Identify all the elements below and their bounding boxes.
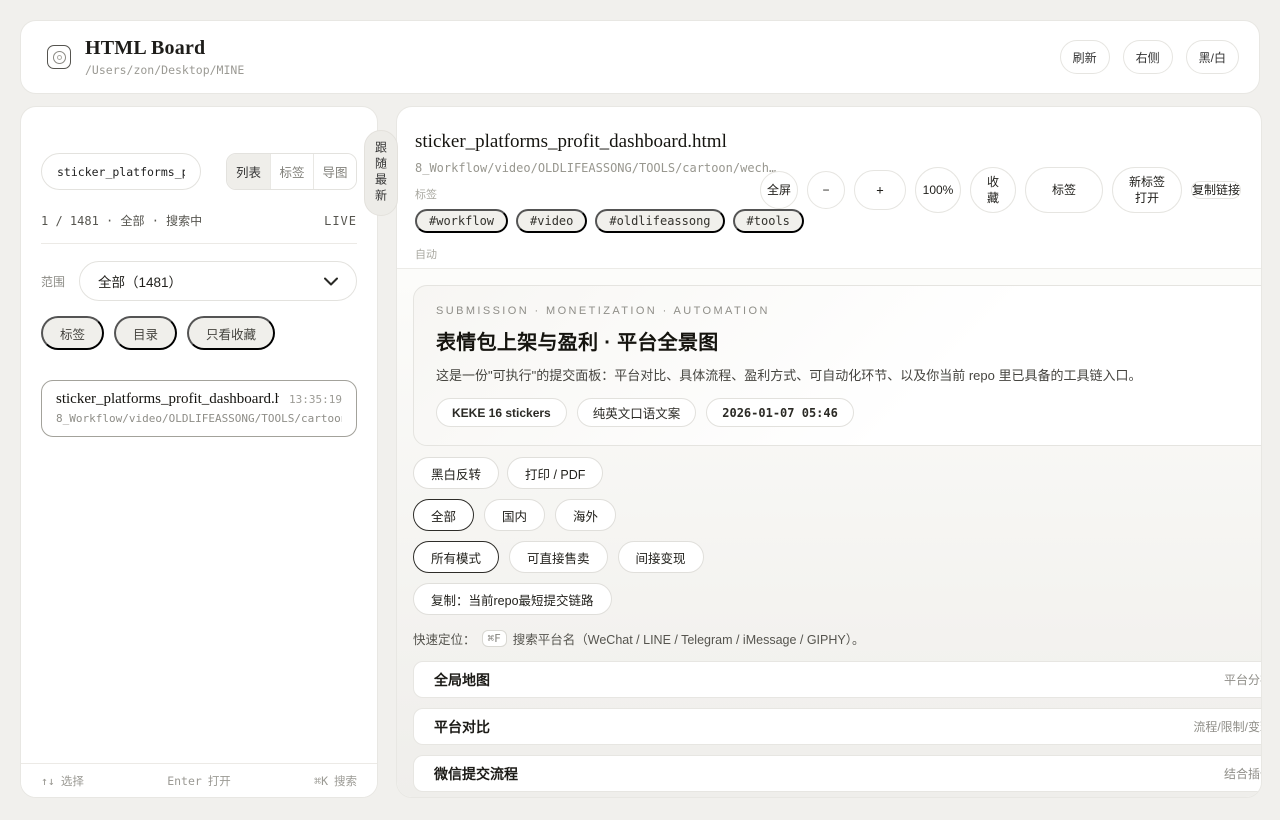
tag-chip[interactable]: #video <box>516 209 587 233</box>
status-row: 1 / 1481 · 全部 · 搜索中 LIVE <box>41 212 357 244</box>
app-header: HTML Board /Users/zon/Desktop/MINE 刷新右侧黑… <box>20 20 1260 94</box>
viewer-toolbar: 全屏−+100%收藏标签新标签打开复制链接 <box>760 166 1241 214</box>
view-tab[interactable]: 导图 <box>313 154 356 189</box>
search-row: 列表标签导图 <box>41 153 357 190</box>
hero-meta-chip: 纯英文口语文案 <box>577 398 697 427</box>
header-button[interactable]: 黑/白 <box>1186 40 1239 74</box>
viewer-toolbar-button[interactable]: 新标签打开 <box>1112 167 1182 213</box>
file-title: sticker_platforms_profit_dashboard.html <box>415 131 1241 153</box>
tag-chip[interactable]: #oldlifeassong <box>595 209 724 233</box>
keyboard-hint-key: ↑↓ <box>41 774 55 788</box>
command-f-kbd: ⌘F <box>482 630 507 647</box>
main-panel: sticker_platforms_profit_dashboard.html … <box>396 106 1262 798</box>
region-filter-button[interactable]: 海外 <box>555 499 616 531</box>
keyboard-hint: Enter 打开 <box>167 773 231 789</box>
sidebar-footer: ↑↓ 选择 Enter 打开 ⌘K 搜索 <box>21 763 377 797</box>
keyboard-hint-key: Enter <box>167 774 202 788</box>
hero-card: SUBMISSION · MONETIZATION · AUTOMATION 表… <box>413 285 1261 446</box>
section-hint: 结合插件 <box>1224 765 1261 782</box>
keyboard-hint-label: 搜索 <box>334 773 357 789</box>
scope-label: 范围 <box>41 273 65 290</box>
viewer-toolbar-button[interactable]: 100% <box>915 167 961 213</box>
follow-latest-button[interactable]: 跟随最新 <box>364 130 398 216</box>
hero-eyebrow: SUBMISSION · MONETIZATION · AUTOMATION <box>436 305 1261 317</box>
result-path: 8_Workflow/video/OLDLIFEASSONG/TOOLS/car… <box>56 412 342 425</box>
app-logo-icon <box>47 45 71 69</box>
sidebar: 列表标签导图 1 / 1481 · 全部 · 搜索中 LIVE 范围 全部（14… <box>20 106 378 798</box>
viewer-toolbar-button[interactable]: 全屏 <box>760 171 798 209</box>
mode-filter-button[interactable]: 所有模式 <box>413 541 499 573</box>
document-action-button[interactable]: 黑白反转 <box>413 457 499 489</box>
scope-row: 范围 全部（1481） <box>41 261 357 301</box>
quick-find-suffix: 搜索平台名（WeChat / LINE / Telegram / iMessag… <box>513 629 865 648</box>
viewer-toolbar-button[interactable]: + <box>854 170 906 210</box>
view-tab[interactable]: 标签 <box>270 154 313 189</box>
live-badge: LIVE <box>324 214 357 228</box>
sidebar-filter-chips: 标签目录只看收藏 <box>41 316 357 350</box>
section-title: 全局地图 <box>434 670 490 690</box>
viewer-toolbar-button[interactable]: 复制链接 <box>1191 181 1241 199</box>
hero-meta-chips: KEKE 16 stickers 纯英文口语文案 2026-01-07 05:46 <box>436 398 1261 427</box>
view-switcher: 列表标签导图 <box>226 153 357 190</box>
quick-find-prefix: 快速定位： <box>413 629 476 648</box>
section-list: 全局地图 平台分布 平台对比 流程/限制/变现 微信提交流程 结合插件 海外平台… <box>413 661 1261 798</box>
result-card[interactable]: sticker_platforms_profit_dashboard.h… 13… <box>41 380 357 437</box>
region-filter-button[interactable]: 全部 <box>413 499 474 531</box>
hero-description: 这是一份"可执行"的提交面板：平台对比、具体流程、盈利方式、可自动化环节、以及你… <box>436 365 1261 384</box>
app-title: HTML Board <box>85 37 244 60</box>
quick-find-hint: 快速定位： ⌘F 搜索平台名（WeChat / LINE / Telegram … <box>413 629 1261 648</box>
section-row[interactable]: 全局地图 平台分布 <box>413 661 1261 698</box>
section-row[interactable]: 微信提交流程 结合插件 <box>413 755 1261 792</box>
keyboard-hint: ⌘K 搜索 <box>314 773 357 789</box>
viewer-toolbar-button[interactable]: 收藏 <box>970 167 1016 213</box>
hero-title: 表情包上架与盈利 · 平台全景图 <box>436 326 1261 355</box>
keyboard-hint-label: 打开 <box>208 773 231 789</box>
chevron-down-icon <box>324 277 338 286</box>
result-counter: 1 / 1481 · 全部 · 搜索中 <box>41 212 202 229</box>
header-actions: 刷新右侧黑/白 <box>1060 40 1239 74</box>
main-header: sticker_platforms_profit_dashboard.html … <box>397 107 1261 269</box>
document-action-button[interactable]: 打印 / PDF <box>507 457 603 489</box>
brand-block: HTML Board /Users/zon/Desktop/MINE <box>85 37 244 77</box>
section-title: 平台对比 <box>434 717 490 737</box>
search-input[interactable] <box>41 153 201 190</box>
view-tab[interactable]: 列表 <box>227 154 270 189</box>
auto-label: 自动 <box>415 246 1241 262</box>
scope-value: 全部（1481） <box>98 271 182 291</box>
keyboard-hint: ↑↓ 选择 <box>41 773 84 789</box>
tag-chip[interactable]: #workflow <box>415 209 508 233</box>
result-timestamp: 13:35:19 <box>289 393 342 406</box>
sidebar-filter-chip[interactable]: 目录 <box>114 316 177 350</box>
mode-filter-button[interactable]: 间接变现 <box>618 541 704 573</box>
mode-filter-row: 所有模式可直接售卖间接变现 <box>413 541 1261 573</box>
keyboard-hint-label: 选择 <box>61 773 84 789</box>
section-title: 微信提交流程 <box>434 764 518 784</box>
sidebar-filter-chip[interactable]: 只看收藏 <box>187 316 275 350</box>
hero-meta-chip: 2026-01-07 05:46 <box>706 398 854 427</box>
keyboard-hint-key: ⌘K <box>314 774 328 788</box>
section-hint: 平台分布 <box>1224 671 1261 688</box>
viewer-toolbar-button[interactable]: 标签 <box>1025 167 1103 213</box>
embedded-document: SUBMISSION · MONETIZATION · AUTOMATION 表… <box>397 269 1261 798</box>
scope-select[interactable]: 全部（1481） <box>79 261 357 301</box>
section-row[interactable]: 平台对比 流程/限制/变现 <box>413 708 1261 745</box>
region-filter-row: 全部国内海外 <box>413 499 1261 531</box>
header-button[interactable]: 右侧 <box>1123 40 1173 74</box>
viewer-toolbar-button[interactable]: − <box>807 171 845 209</box>
result-title: sticker_platforms_profit_dashboard.h… <box>56 391 279 408</box>
sidebar-filter-chip[interactable]: 标签 <box>41 316 104 350</box>
header-button[interactable]: 刷新 <box>1060 40 1110 74</box>
mode-filter-button[interactable]: 可直接售卖 <box>509 541 608 573</box>
copy-repo-link-button[interactable]: 复制：当前repo最短提交链路 <box>413 583 612 615</box>
region-filter-button[interactable]: 国内 <box>484 499 545 531</box>
root-path: /Users/zon/Desktop/MINE <box>85 63 244 77</box>
hero-meta-chip: KEKE 16 stickers <box>436 398 567 427</box>
section-hint: 流程/限制/变现 <box>1193 718 1261 735</box>
document-actions: 黑白反转打印 / PDF <box>413 457 1261 489</box>
